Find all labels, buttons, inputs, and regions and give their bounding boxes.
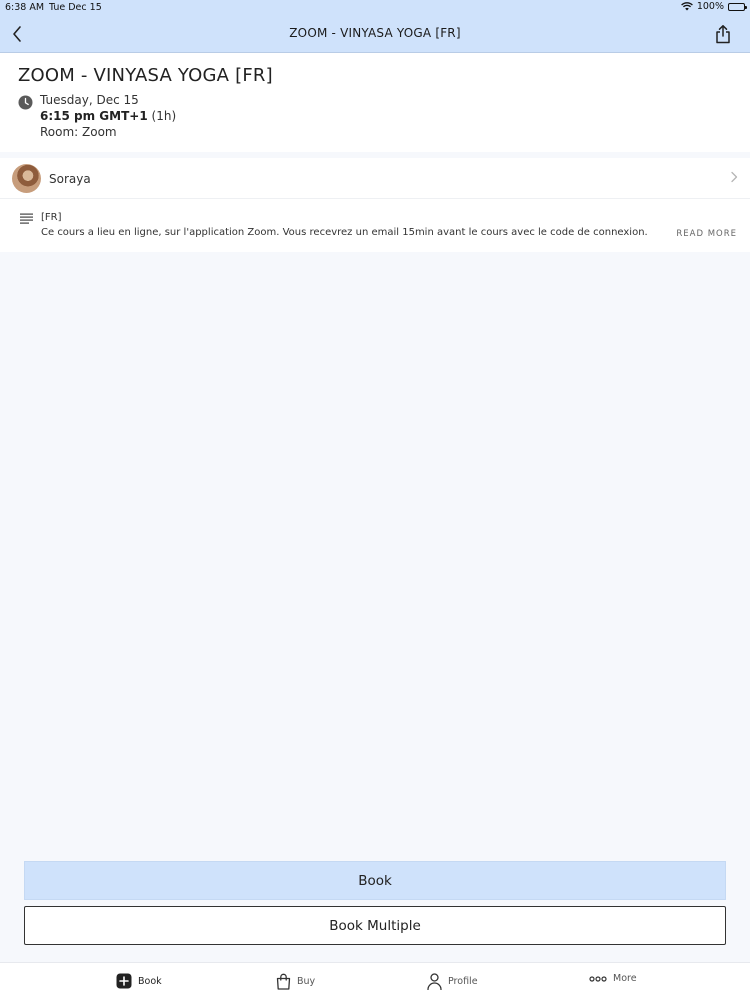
status-right: 100% xyxy=(680,1,747,12)
class-time: 6:15 pm GMT+1 xyxy=(40,109,148,123)
description-tag: [FR] xyxy=(41,212,62,223)
teacher-row[interactable]: Soraya xyxy=(0,158,750,199)
bag-icon xyxy=(276,973,291,990)
book-button[interactable]: Book xyxy=(24,861,726,900)
tab-profile-label: Profile xyxy=(448,976,478,987)
description-row: [FR] Ce cours a lieu en ligne, sur l'app… xyxy=(0,199,750,252)
tab-buy[interactable]: Buy xyxy=(276,973,315,990)
class-date: Tuesday, Dec 15 xyxy=(40,93,139,107)
status-date: Tue Dec 15 xyxy=(49,2,102,13)
text-lines-icon xyxy=(20,213,33,224)
tab-book[interactable]: Book xyxy=(116,973,162,989)
status-bar: 6:38 AM Tue Dec 15 100% xyxy=(0,0,750,16)
plus-square-icon xyxy=(116,973,132,989)
class-room: Room: Zoom xyxy=(40,125,117,139)
tab-buy-label: Buy xyxy=(297,976,316,987)
tab-more-label: More xyxy=(613,973,637,984)
status-time: 6:38 AM xyxy=(5,2,45,13)
tab-bar: Book Buy Profile More xyxy=(0,962,750,1001)
more-dots-icon xyxy=(589,975,607,982)
wifi-icon xyxy=(680,2,693,11)
chevron-right-icon xyxy=(731,171,738,183)
nav-title: ZOOM - VINYASA YOGA [FR] xyxy=(289,26,461,40)
battery-percent: 100% xyxy=(696,1,724,12)
read-more-link[interactable]: READ MORE xyxy=(676,229,737,239)
book-multiple-button[interactable]: Book Multiple xyxy=(24,906,726,945)
teacher-name: Soraya xyxy=(49,172,91,186)
clock-icon xyxy=(18,95,33,110)
battery-icon xyxy=(728,2,747,11)
tab-book-label: Book xyxy=(138,975,162,987)
description-text: Ce cours a lieu en ligne, sur l'applicat… xyxy=(41,227,648,238)
navigation-bar: ZOOM - VINYASA YOGA [FR] xyxy=(0,16,750,53)
person-icon xyxy=(427,973,442,990)
avatar xyxy=(12,164,41,193)
share-icon xyxy=(716,25,730,44)
tab-more[interactable]: More xyxy=(589,973,637,984)
class-title: ZOOM - VINYASA YOGA [FR] xyxy=(18,65,273,86)
share-button[interactable] xyxy=(712,22,734,46)
class-time-line: 6:15 pm GMT+1 (1h) xyxy=(40,109,176,123)
tab-profile[interactable]: Profile xyxy=(427,973,478,990)
class-header: ZOOM - VINYASA YOGA [FR] Tuesday, Dec 15… xyxy=(0,53,750,152)
class-duration: (1h) xyxy=(151,109,177,123)
